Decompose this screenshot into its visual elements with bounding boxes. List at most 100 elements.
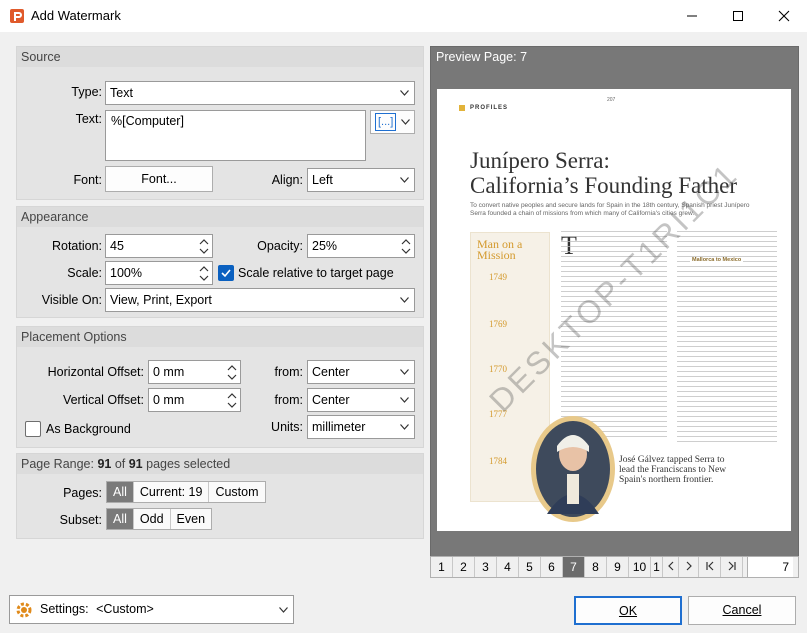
rotation-spinbox[interactable]: 45 — [105, 234, 213, 258]
gear-icon — [16, 602, 32, 618]
app-logo-icon — [10, 9, 24, 23]
subset-odd-option[interactable]: Odd — [134, 509, 171, 529]
article-headline-1: Junípero Serra: — [470, 148, 610, 173]
page-button[interactable]: 9 — [607, 557, 629, 577]
chevron-down-icon — [400, 297, 409, 303]
close-icon — [778, 10, 790, 22]
scale-relative-checkbox[interactable] — [218, 265, 234, 281]
type-select[interactable]: Text — [105, 81, 415, 105]
chevron-down-icon — [400, 369, 409, 375]
portrait-image — [531, 416, 615, 522]
watermark-text-input[interactable]: %[Computer] — [105, 110, 366, 161]
scale-spinbox[interactable]: 100% — [105, 261, 213, 285]
cancel-button[interactable]: Cancel — [688, 596, 796, 625]
chevron-down-icon — [400, 90, 409, 96]
page-button[interactable]: 1 — [651, 557, 663, 577]
pages-current-option[interactable]: Current: 19 — [134, 482, 210, 502]
subset-even-option[interactable]: Even — [171, 509, 212, 529]
page-button-current[interactable]: 7 — [563, 557, 585, 577]
page-navigator: 1 2 3 4 5 6 7 8 9 10 1 7 — [430, 556, 799, 578]
vertical-offset-spinbox[interactable]: 0 mm — [148, 388, 241, 412]
page-range-header: Page Range: 91 of 91 pages selected — [17, 454, 423, 474]
chevron-down-icon — [400, 177, 409, 183]
previous-page-button[interactable] — [663, 557, 679, 577]
subset-label: Subset: — [59, 513, 102, 527]
scale-label: Scale: — [67, 266, 102, 280]
spin-down-icon[interactable] — [227, 400, 237, 410]
scale-relative-label[interactable]: Scale relative to target page — [238, 266, 394, 280]
units-label: Units: — [271, 420, 303, 434]
source-header: Source — [17, 47, 423, 67]
close-button[interactable] — [761, 0, 807, 32]
preview-page: PROFILES 207 Junípero Serra: California’… — [437, 89, 791, 531]
skip-last-icon — [728, 561, 736, 571]
minimize-button[interactable] — [669, 0, 715, 32]
maximize-icon — [733, 11, 743, 21]
vertical-from-select[interactable]: Center — [307, 388, 415, 412]
visible-on-label: Visible On: — [41, 293, 102, 307]
align-label: Align: — [271, 173, 303, 187]
page-folio: 207 — [607, 97, 616, 103]
article-subhead: Mallorca to Mexico — [690, 257, 744, 263]
horizontal-from-select[interactable]: Center — [307, 360, 415, 384]
type-label: Type: — [71, 85, 102, 99]
as-background-checkbox[interactable] — [25, 421, 41, 437]
subset-segmented-control: All Odd Even — [106, 508, 213, 530]
section-marker — [459, 105, 465, 111]
image-caption: José Gálvez tapped Serra to lead the Fra… — [619, 455, 727, 485]
opacity-spinbox[interactable]: 25% — [307, 234, 415, 258]
spin-down-icon[interactable] — [199, 246, 209, 256]
settings-label: Settings: — [40, 602, 89, 616]
page-button[interactable]: 3 — [475, 557, 497, 577]
page-number-input[interactable]: 7 — [747, 557, 793, 577]
units-select[interactable]: millimeter — [307, 415, 415, 439]
spin-down-icon[interactable] — [401, 246, 411, 256]
preview-header: Preview Page: 7 — [436, 50, 528, 64]
align-select[interactable]: Left — [307, 168, 415, 192]
subset-all-option[interactable]: All — [107, 509, 134, 529]
chevron-right-icon — [686, 561, 692, 571]
chevron-left-icon — [667, 561, 673, 571]
pages-label: Pages: — [63, 486, 102, 500]
first-page-button[interactable] — [699, 557, 721, 577]
ok-button[interactable]: OK — [574, 596, 682, 625]
page-button[interactable]: 2 — [453, 557, 475, 577]
skip-first-icon — [705, 561, 713, 571]
page-button[interactable]: 5 — [519, 557, 541, 577]
page-button[interactable]: 6 — [541, 557, 563, 577]
sidebar-year: 1784 — [489, 456, 507, 466]
page-button[interactable]: 10 — [629, 557, 651, 577]
horizontal-offset-spinbox[interactable]: 0 mm — [148, 360, 241, 384]
appearance-header: Appearance — [17, 207, 423, 227]
macro-icon: [...] — [375, 113, 397, 131]
page-button[interactable]: 8 — [585, 557, 607, 577]
placement-header: Placement Options — [17, 327, 423, 347]
pages-custom-option[interactable]: Custom — [209, 482, 264, 502]
as-background-label[interactable]: As Background — [46, 422, 131, 436]
text-label: Text: — [75, 112, 102, 126]
checkmark-icon — [221, 269, 231, 278]
pages-all-option[interactable]: All — [107, 482, 134, 502]
rotation-label: Rotation: — [51, 239, 102, 253]
pages-segmented-control: All Current: 19 Custom — [106, 481, 266, 503]
font-label: Font: — [73, 173, 103, 187]
sidebar-title: Man on a Mission — [477, 237, 523, 262]
vertical-offset-label: Vertical Offset: — [62, 393, 144, 407]
visible-on-select[interactable]: View, Print, Export — [105, 288, 415, 312]
page-button[interactable]: 4 — [497, 557, 519, 577]
maximize-button[interactable] — [715, 0, 761, 32]
next-page-button[interactable] — [679, 557, 699, 577]
window-title: Add Watermark — [31, 8, 121, 23]
spin-down-icon[interactable] — [227, 372, 237, 382]
vertical-from-label: from: — [274, 393, 303, 407]
font-button[interactable]: Font... — [105, 166, 213, 192]
macro-button[interactable]: [...] — [370, 110, 415, 134]
opacity-label: Opacity: — [257, 239, 303, 253]
section-label: PROFILES — [470, 105, 509, 111]
chevron-down-icon — [400, 424, 409, 430]
last-page-button[interactable] — [721, 557, 743, 577]
settings-select[interactable]: Settings: <Custom> — [9, 595, 294, 624]
spin-down-icon[interactable] — [199, 273, 209, 283]
horizontal-offset-label: Horizontal Offset: — [47, 365, 144, 379]
page-button[interactable]: 1 — [431, 557, 453, 577]
